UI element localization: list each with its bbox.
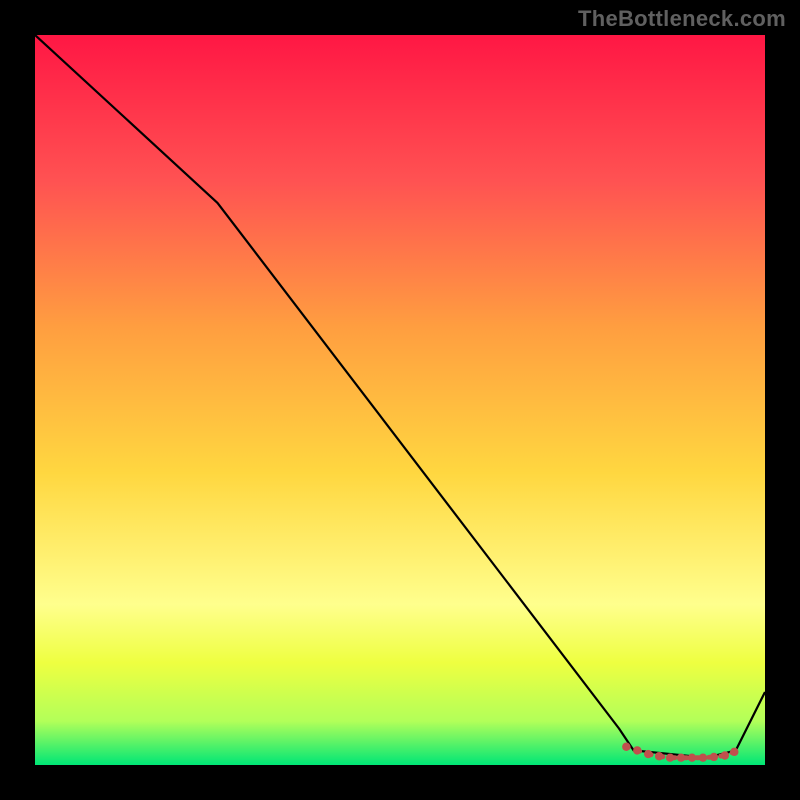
optimal-zone-marker [677,754,685,762]
optimal-zone-marker [622,743,630,751]
plot-area [35,35,765,765]
optimal-zone-marker [710,753,718,761]
optimal-zone-marker [644,750,652,758]
optimal-zone-marker [688,754,696,762]
optimal-zone-marker [699,754,707,762]
optimal-zone-marker [633,746,641,754]
optimal-zone-marker [655,752,663,760]
optimal-zone-marker [730,748,738,756]
chart-stage: TheBottleneck.com [0,0,800,800]
optimal-zone-marker [721,751,729,759]
gradient-background [35,35,765,765]
watermark-text: TheBottleneck.com [578,6,786,32]
bottleneck-chart [35,35,765,765]
optimal-zone-marker [666,754,674,762]
